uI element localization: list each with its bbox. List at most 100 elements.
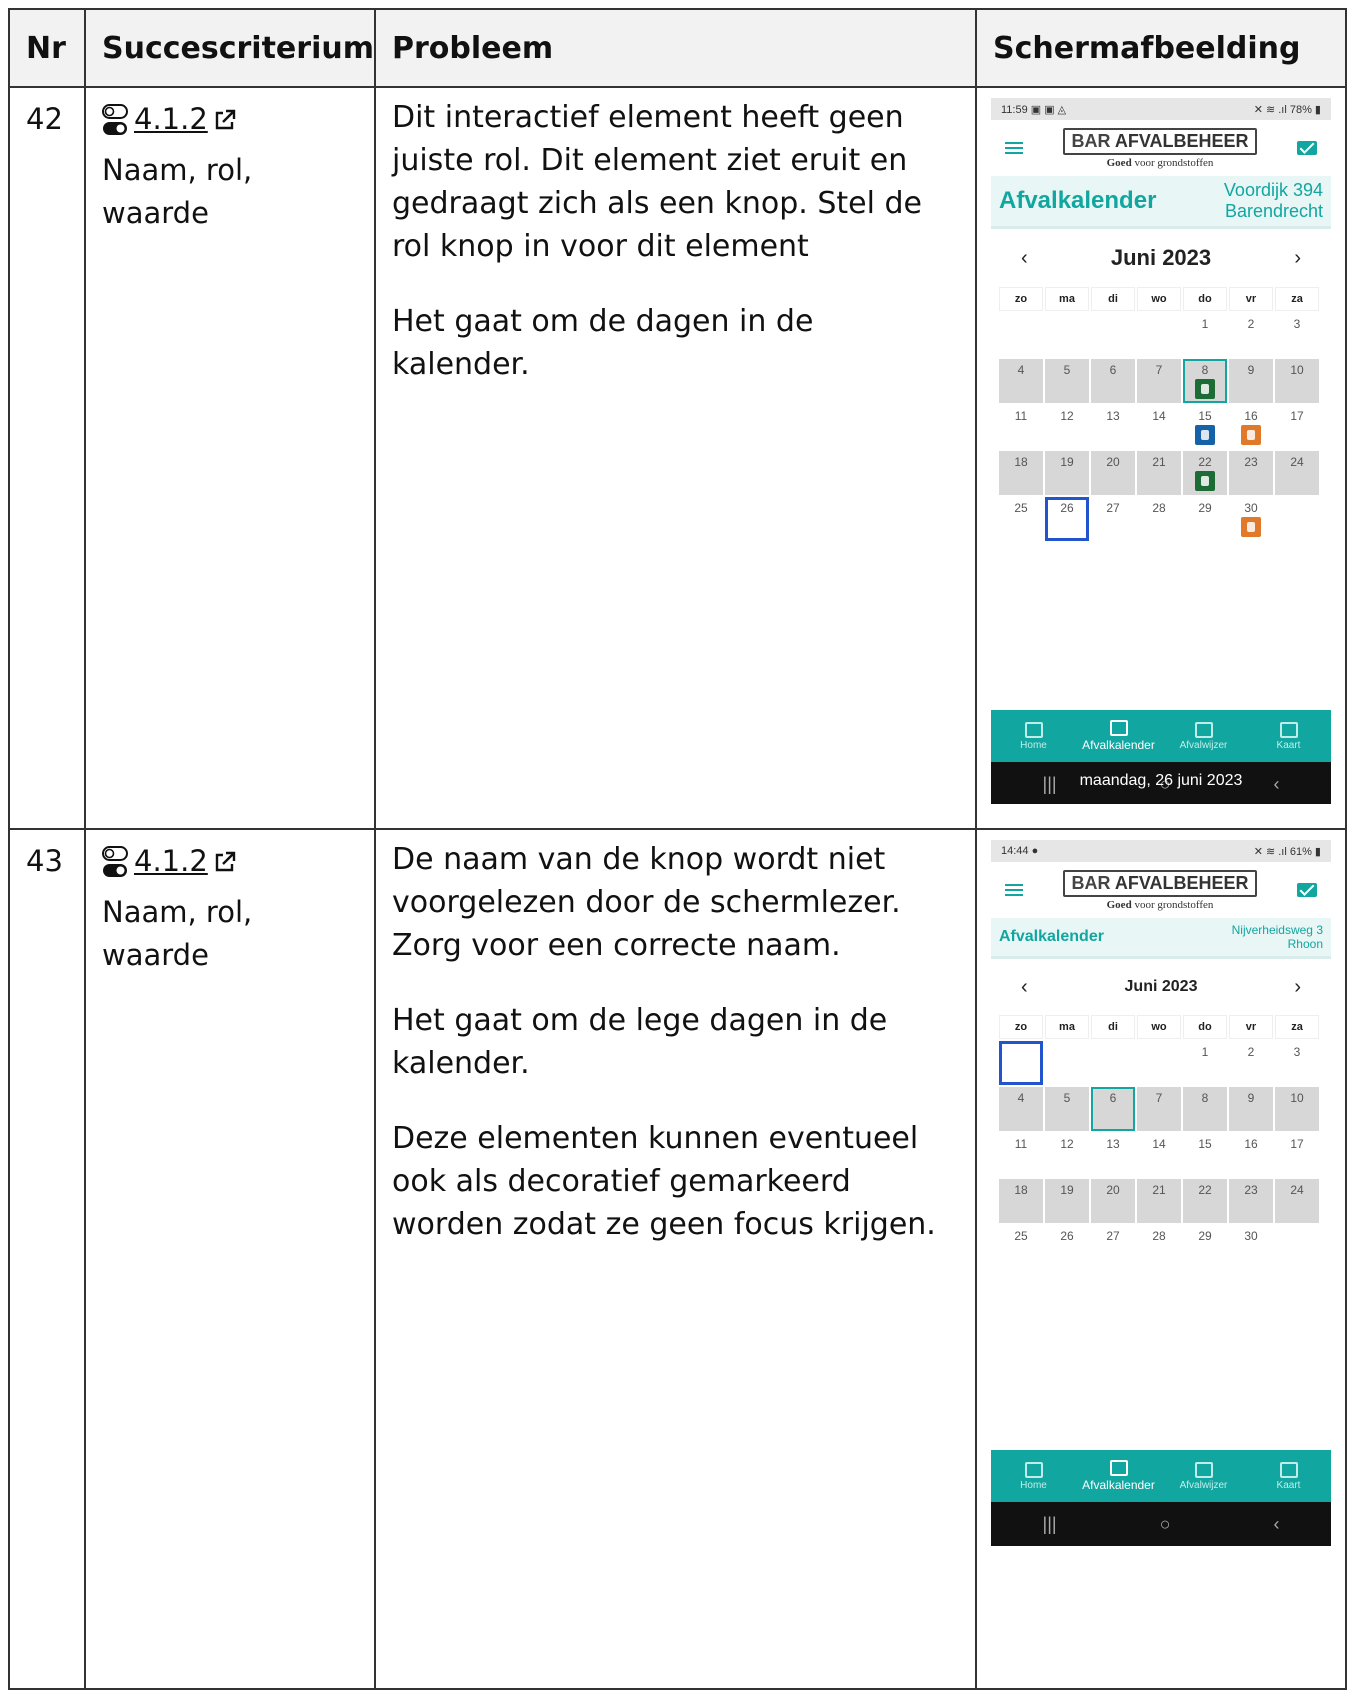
- menu-icon[interactable]: [1005, 881, 1023, 899]
- calendar-day[interactable]: 5: [1045, 1087, 1089, 1131]
- calendar-day[interactable]: 28: [1137, 1225, 1181, 1269]
- nav-afvalkalender[interactable]: Afvalkalender: [1079, 720, 1159, 752]
- calendar-day[interactable]: 12: [1045, 1133, 1089, 1177]
- calendar-empty-day[interactable]: [1275, 497, 1319, 541]
- calendar-day[interactable]: 9: [1229, 1087, 1273, 1131]
- calendar-day[interactable]: 28: [1137, 497, 1181, 541]
- calendar-day[interactable]: 3: [1275, 313, 1319, 357]
- next-month-button[interactable]: ›: [1294, 976, 1301, 999]
- calendar-day[interactable]: 17: [1275, 405, 1319, 449]
- calendar-day[interactable]: 1: [1183, 313, 1227, 357]
- calendar-day[interactable]: 4: [999, 1087, 1043, 1131]
- nav-kaart[interactable]: Kaart: [1249, 721, 1329, 751]
- criterion-link[interactable]: 4.1.2: [134, 98, 208, 141]
- calendar-day[interactable]: 25: [999, 497, 1043, 541]
- calendar-empty-day[interactable]: [1091, 313, 1135, 357]
- calendar-day[interactable]: 7: [1137, 1087, 1181, 1131]
- calendar-day[interactable]: 15: [1183, 1133, 1227, 1177]
- calendar-day[interactable]: 22: [1183, 451, 1227, 495]
- calendar-empty-day[interactable]: [999, 1041, 1043, 1085]
- menu-icon[interactable]: [1005, 139, 1023, 157]
- calendar-day[interactable]: 8: [1183, 1087, 1227, 1131]
- calendar-day[interactable]: 18: [999, 1179, 1043, 1223]
- calendar-empty-day[interactable]: [1137, 1041, 1181, 1085]
- calendar-icon: [1109, 1460, 1128, 1476]
- calendar-day[interactable]: 12: [1045, 405, 1089, 449]
- calendar-day[interactable]: 23: [1229, 451, 1273, 495]
- calendar-day[interactable]: 18: [999, 451, 1043, 495]
- calendar-day[interactable]: 14: [1137, 405, 1181, 449]
- calendar-day[interactable]: 19: [1045, 451, 1089, 495]
- nav-home[interactable]: Home: [994, 1461, 1074, 1491]
- calendar-day[interactable]: 27: [1091, 497, 1135, 541]
- calendar-day[interactable]: 25: [999, 1225, 1043, 1269]
- calendar-day[interactable]: 2: [1229, 313, 1273, 357]
- calendar-day[interactable]: 11: [999, 1133, 1043, 1177]
- calendar-day[interactable]: 17: [1275, 1133, 1319, 1177]
- calendar-empty-day[interactable]: [1275, 1225, 1319, 1269]
- calendar-day[interactable]: 23: [1229, 1179, 1273, 1223]
- calendar-empty-day[interactable]: [999, 313, 1043, 357]
- calendar-day[interactable]: 29: [1183, 1225, 1227, 1269]
- weekday-header: di: [1091, 1015, 1135, 1039]
- calendar-day[interactable]: 20: [1091, 1179, 1135, 1223]
- calendar-day[interactable]: 24: [1275, 1179, 1319, 1223]
- calendar-day[interactable]: 16: [1229, 1133, 1273, 1177]
- calendar-day[interactable]: 6: [1091, 1087, 1135, 1131]
- calendar-day[interactable]: 5: [1045, 359, 1089, 403]
- calendar-day[interactable]: 16: [1229, 405, 1273, 449]
- logo-name: AFVALBEHEER: [1114, 130, 1249, 151]
- calendar-day[interactable]: 24: [1275, 451, 1319, 495]
- day-number: 8: [1201, 1091, 1209, 1105]
- mail-icon[interactable]: [1297, 141, 1317, 155]
- home-button[interactable]: ○: [1160, 1514, 1171, 1535]
- calendar-day[interactable]: 13: [1091, 1133, 1135, 1177]
- calendar-day[interactable]: 26: [1045, 497, 1089, 541]
- calendar-day[interactable]: 30: [1229, 497, 1273, 541]
- prev-month-button[interactable]: ‹: [1021, 247, 1028, 270]
- nav-afvalwijzer[interactable]: Afvalwijzer: [1164, 721, 1244, 751]
- calendar-day[interactable]: 4: [999, 359, 1043, 403]
- month-nav: ‹ Juni 2023 ›: [991, 229, 1331, 287]
- table-row: 42 4.1.2 Naam, rol, waarde Dit interacti…: [8, 86, 1347, 830]
- day-number: 17: [1290, 409, 1304, 423]
- calendar-day[interactable]: 3: [1275, 1041, 1319, 1085]
- calendar-day[interactable]: 6: [1091, 359, 1135, 403]
- calendar-empty-day[interactable]: [1137, 313, 1181, 357]
- next-month-button[interactable]: ›: [1294, 247, 1301, 270]
- calendar-empty-day[interactable]: [1091, 1041, 1135, 1085]
- calendar-day[interactable]: 10: [1275, 359, 1319, 403]
- calendar-day[interactable]: 20: [1091, 451, 1135, 495]
- status-icons: ✕ ≋ .ıl 78% ▮: [1253, 103, 1321, 116]
- calendar-day[interactable]: 22: [1183, 1179, 1227, 1223]
- calendar-day[interactable]: 2: [1229, 1041, 1273, 1085]
- calendar-day[interactable]: 9: [1229, 359, 1273, 403]
- nav-home[interactable]: Home: [994, 721, 1074, 751]
- criterion-link[interactable]: 4.1.2: [134, 840, 208, 883]
- back-button[interactable]: ‹: [1273, 1514, 1279, 1535]
- mail-icon[interactable]: [1297, 883, 1317, 897]
- calendar-day[interactable]: 30: [1229, 1225, 1273, 1269]
- calendar-day[interactable]: 21: [1137, 1179, 1181, 1223]
- nav-afvalkalender[interactable]: Afvalkalender: [1079, 1460, 1159, 1492]
- calendar-empty-day[interactable]: [1045, 313, 1089, 357]
- recents-button[interactable]: |||: [1043, 1514, 1057, 1535]
- nav-kaart[interactable]: Kaart: [1249, 1461, 1329, 1491]
- day-number: 19: [1060, 1183, 1074, 1197]
- nav-afvalwijzer[interactable]: Afvalwijzer: [1164, 1461, 1244, 1491]
- calendar-day[interactable]: 27: [1091, 1225, 1135, 1269]
- calendar-day[interactable]: 13: [1091, 405, 1135, 449]
- calendar-day[interactable]: 21: [1137, 451, 1181, 495]
- calendar-day[interactable]: 26: [1045, 1225, 1089, 1269]
- calendar-day[interactable]: 7: [1137, 359, 1181, 403]
- calendar-empty-day[interactable]: [1045, 1041, 1089, 1085]
- calendar-day[interactable]: 10: [1275, 1087, 1319, 1131]
- calendar-day[interactable]: 19: [1045, 1179, 1089, 1223]
- calendar-day[interactable]: 29: [1183, 497, 1227, 541]
- calendar-day[interactable]: 15: [1183, 405, 1227, 449]
- calendar-day[interactable]: 11: [999, 405, 1043, 449]
- calendar-day[interactable]: 8: [1183, 359, 1227, 403]
- prev-month-button[interactable]: ‹: [1021, 976, 1028, 999]
- calendar-day[interactable]: 1: [1183, 1041, 1227, 1085]
- calendar-day[interactable]: 14: [1137, 1133, 1181, 1177]
